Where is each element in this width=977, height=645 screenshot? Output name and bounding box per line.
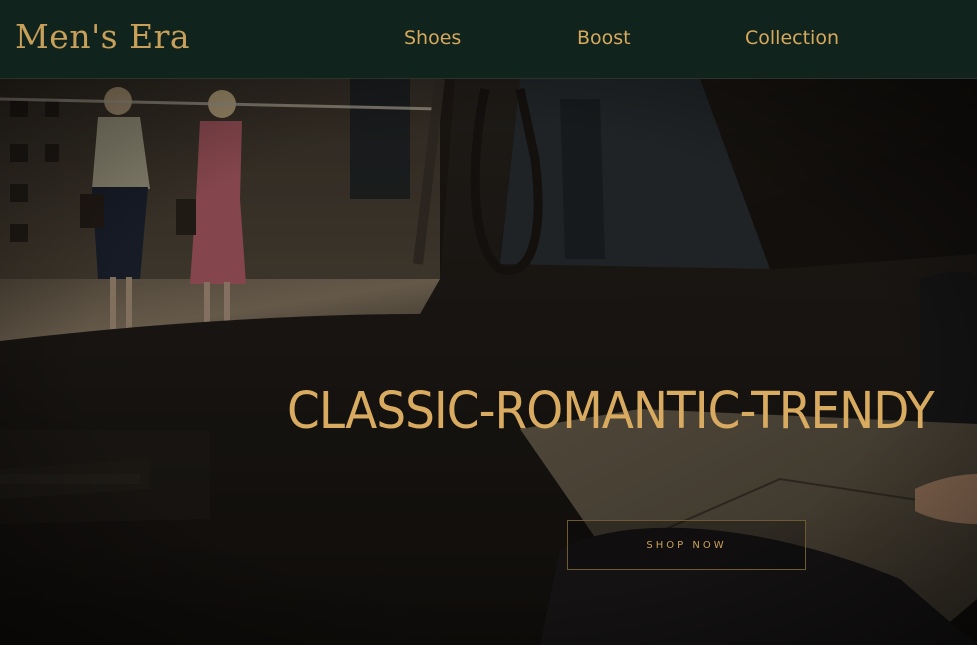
nav-boost[interactable]: Boost bbox=[577, 25, 631, 51]
hero-title: CLASSIC-ROMANTIC-TRENDY bbox=[287, 381, 935, 441]
nav-shoes[interactable]: Shoes bbox=[404, 25, 461, 51]
brand-logo[interactable]: Men's Era bbox=[15, 15, 190, 59]
site-header: Men's Era Shoes Boost Collection bbox=[0, 0, 977, 79]
hero-background-image bbox=[0, 79, 977, 645]
hero-banner: CLASSIC-ROMANTIC-TRENDY SHOP NOW bbox=[0, 79, 977, 645]
shop-now-button[interactable]: SHOP NOW bbox=[567, 520, 806, 570]
nav-collection[interactable]: Collection bbox=[745, 25, 839, 51]
